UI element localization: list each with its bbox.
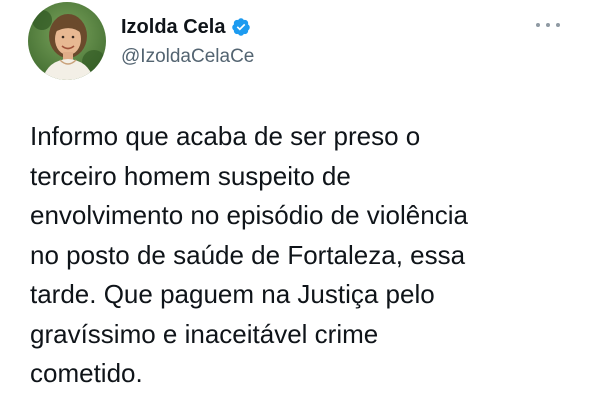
author-names: Izolda Cela @IzoldaCelaCe	[121, 14, 254, 68]
avatar[interactable]	[28, 2, 106, 80]
dot	[556, 23, 560, 27]
dot	[536, 23, 540, 27]
tweet-text: Informo que acaba de ser preso o terceir…	[30, 121, 468, 388]
display-name-row: Izolda Cela	[121, 14, 254, 40]
more-options-icon[interactable]	[536, 18, 560, 32]
dot	[546, 23, 550, 27]
avatar-image	[28, 2, 106, 80]
tweet-card: Izolda Cela @IzoldaCelaCe Informo que ac…	[0, 0, 591, 415]
author-handle[interactable]: @IzoldaCelaCe	[121, 46, 254, 68]
tweet-header: Izolda Cela @IzoldaCelaCe	[28, 2, 254, 80]
verified-badge-icon	[231, 17, 251, 37]
display-name[interactable]: Izolda Cela	[121, 16, 225, 39]
